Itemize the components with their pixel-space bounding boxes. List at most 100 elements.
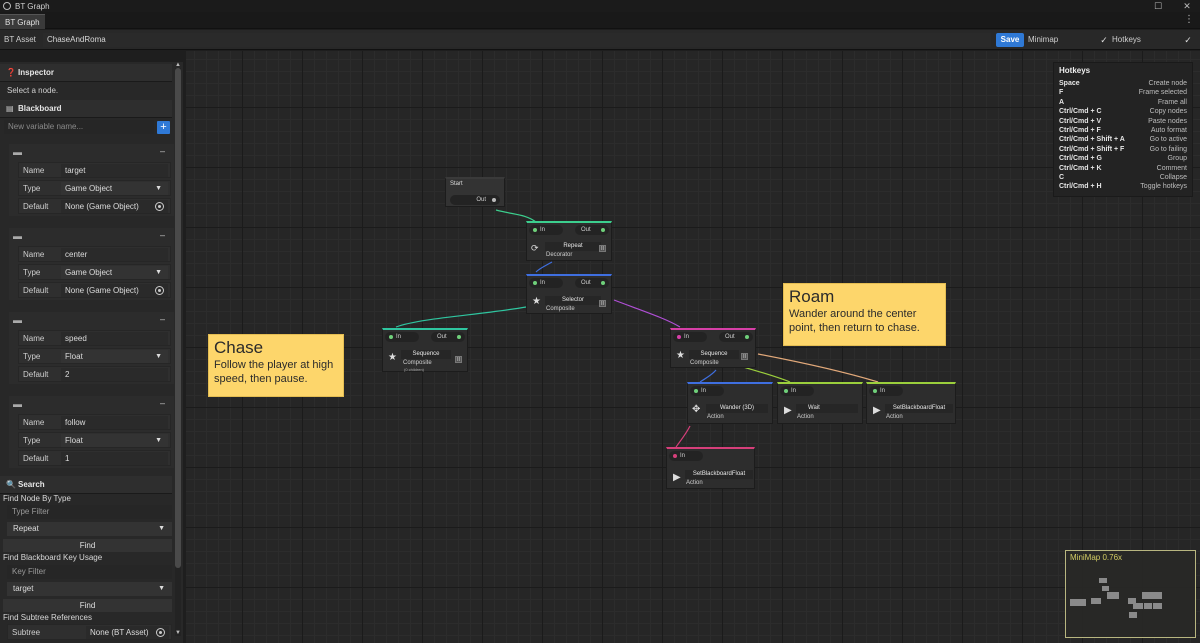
node-sequence-roam[interactable]: In Out ★ Sequence Composite II	[670, 328, 756, 368]
find-subtree-label: Find Subtree References	[3, 613, 92, 622]
play-icon: ▶	[673, 472, 681, 483]
remove-variable-button[interactable]: –	[160, 146, 165, 156]
minimap-node	[1142, 592, 1162, 599]
selector-out-port[interactable]: Out	[575, 278, 609, 288]
node-set-blackboard-float-2[interactable]: In ▶ SetBlackboardFloat Action	[666, 447, 755, 489]
type-filter-input[interactable]: Type Filter	[7, 505, 172, 519]
scrollbar-thumb[interactable]	[175, 68, 181, 568]
node-set-blackboard-float-1[interactable]: In ▶ SetBlackboardFloat Action	[866, 382, 956, 424]
blackboard-variable: ▬ – Name target Type Game Object ▼ Defaul…	[9, 144, 174, 216]
node-repeat[interactable]: In Out ⟳ Repeat Decorator II	[526, 221, 612, 261]
window-title: BT Graph	[15, 1, 50, 11]
save-button[interactable]: Save	[996, 33, 1024, 47]
subtree-field[interactable]: None (BT Asset)	[86, 626, 169, 639]
variable-name-field[interactable]: center	[61, 248, 168, 261]
variable-type-row: Type Game Object ▼	[18, 180, 171, 196]
remove-variable-button[interactable]: –	[160, 314, 165, 324]
search-icon: 🔍	[6, 480, 16, 489]
variable-name-row: Name speed	[18, 330, 171, 346]
remove-variable-button[interactable]: –	[160, 398, 165, 408]
wander-in-port[interactable]: In	[690, 386, 724, 396]
key-filter-input[interactable]: Key Filter	[7, 565, 172, 579]
node-type-dropdown[interactable]: Repeat ▼	[7, 522, 172, 536]
dropdown-arrow-icon: ▼	[155, 353, 162, 360]
minimap-node	[1129, 612, 1137, 618]
selector-in-port[interactable]: In	[529, 278, 563, 288]
blackboard-key-dropdown[interactable]: target ▼	[7, 582, 172, 596]
find-key-button[interactable]: Find	[3, 599, 172, 612]
pause-icon[interactable]: II	[599, 245, 606, 252]
pause-icon[interactable]: II	[599, 300, 606, 307]
variable-type-row: Type Game Object ▼	[18, 264, 171, 280]
node-start[interactable]: Start Out	[445, 177, 505, 207]
maximize-icon[interactable]: ☐	[1151, 0, 1165, 12]
node-sequence-chase[interactable]: In Out ★ Sequence Composite (0 children)…	[382, 328, 468, 372]
hotkeys-checkbox[interactable]: ✓	[1182, 33, 1194, 47]
minimap-node	[1099, 578, 1107, 583]
variable-default-field[interactable]: None (Game Object)	[61, 284, 168, 297]
variable-name-field[interactable]: target	[61, 164, 168, 177]
drag-handle-icon[interactable]: ▬	[13, 399, 22, 409]
more-options-icon[interactable]: ⋮	[1184, 13, 1194, 27]
dropdown-arrow-icon: ▼	[155, 269, 162, 276]
star-icon: ★	[388, 352, 397, 363]
tab-bt-graph[interactable]: BT Graph	[0, 14, 45, 29]
hotkey-row: F Frame selected	[1059, 89, 1187, 97]
star-icon: ★	[532, 296, 541, 307]
variable-default-field[interactable]: 1	[61, 452, 168, 465]
bt-asset-field[interactable]: ChaseAndRoma	[43, 33, 991, 47]
variable-default-field[interactable]: None (Game Object)	[61, 200, 168, 213]
minimap-node	[1144, 603, 1152, 609]
dropdown-arrow-icon: ▼	[158, 585, 165, 592]
drag-handle-icon[interactable]: ▬	[13, 315, 22, 325]
left-panel: ❓ Inspector Select a node. ▤ Blackboard …	[0, 62, 183, 643]
variable-default-row: Default 1	[18, 450, 171, 466]
find-node-button[interactable]: Find	[3, 539, 172, 552]
hotkey-row: Ctrl/Cmd + H Toggle hotkeys	[1059, 183, 1187, 191]
minimap-checkbox[interactable]: ✓	[1098, 33, 1110, 47]
add-variable-button[interactable]: +	[157, 121, 170, 134]
minimap[interactable]: MiniMap 0.76x	[1065, 550, 1196, 638]
setbb2-in-port[interactable]: In	[669, 451, 703, 461]
variable-name-field[interactable]: speed	[61, 332, 168, 345]
inspector-header[interactable]: ❓ Inspector	[0, 64, 172, 82]
object-picker-icon	[155, 286, 164, 295]
variable-type-dropdown[interactable]: Float ▼	[61, 434, 168, 447]
sequence-chase-out-port[interactable]: Out	[431, 332, 465, 342]
hotkey-row: Ctrl/Cmd + Shift + A Go to active	[1059, 136, 1187, 144]
repeat-out-port[interactable]: Out	[575, 225, 609, 235]
repeat-in-port[interactable]: In	[529, 225, 563, 235]
node-selector[interactable]: In Out ★ Selector Composite II	[526, 274, 612, 314]
minimap-node	[1102, 586, 1109, 591]
sticky-note-body: Follow the player at high speed, then pa…	[214, 359, 334, 385]
node-wait[interactable]: In ▶ Wait Action	[777, 382, 863, 424]
sticky-note-roam[interactable]: Roam Wander around the center point, the…	[783, 283, 946, 346]
drag-handle-icon[interactable]: ▬	[13, 147, 22, 157]
drag-handle-icon[interactable]: ▬	[13, 231, 22, 241]
search-header[interactable]: 🔍 Search	[0, 476, 172, 494]
blackboard-header[interactable]: ▤ Blackboard	[0, 100, 172, 118]
sticky-note-chase[interactable]: Chase Follow the player at high speed, t…	[208, 334, 344, 397]
wait-in-port[interactable]: In	[780, 386, 814, 396]
sequence-roam-out-port[interactable]: Out	[719, 332, 753, 342]
variable-type-dropdown[interactable]: Game Object ▼	[61, 182, 168, 195]
close-icon[interactable]: ✕	[1180, 0, 1194, 12]
variable-type-dropdown[interactable]: Game Object ▼	[61, 266, 168, 279]
variable-default-field[interactable]: 2	[61, 368, 168, 381]
start-out-port[interactable]: Out	[450, 195, 500, 205]
remove-variable-button[interactable]: –	[160, 230, 165, 240]
pause-icon[interactable]: II	[455, 356, 462, 363]
sticky-note-body: Wander around the center point, then ret…	[789, 308, 920, 334]
blackboard-variable: ▬ – Name follow Type Float ▼ Default 1	[9, 396, 174, 468]
pause-icon[interactable]: II	[741, 353, 748, 360]
variable-name-field[interactable]: follow	[61, 416, 168, 429]
sequence-roam-in-port[interactable]: In	[673, 332, 707, 342]
sequence-chase-in-port[interactable]: In	[385, 332, 419, 342]
node-wander[interactable]: In ✥ Wander (3D) Action	[687, 382, 773, 424]
left-panel-scrollbar[interactable]	[175, 68, 181, 636]
move-icon: ✥	[692, 404, 701, 415]
setbb1-in-port[interactable]: In	[869, 386, 903, 396]
scroll-down-icon[interactable]: ▼	[175, 630, 181, 636]
variable-type-dropdown[interactable]: Float ▼	[61, 350, 168, 363]
new-variable-input[interactable]: New variable name...	[4, 120, 154, 134]
